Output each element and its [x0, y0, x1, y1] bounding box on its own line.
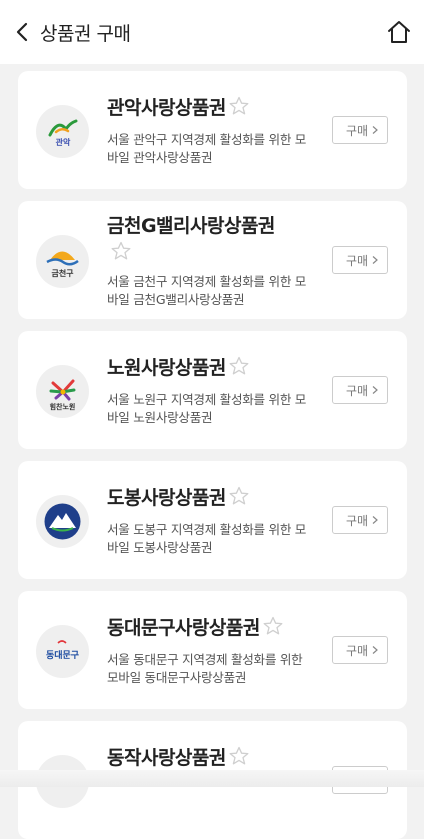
star-icon[interactable] [111, 241, 131, 261]
chevron-right-icon [372, 386, 378, 394]
page-title: 상품권 구매 [40, 23, 131, 45]
logo-text: 관악 [56, 137, 71, 147]
voucher-name: 도봉사랑상품권 [107, 483, 249, 510]
voucher-name: 동대문구사랑상품권 [107, 613, 283, 640]
voucher-card[interactable]: 관악 관악사랑상품권 서울 관악구 지역경제 활성화를 위한 모바일 관악사랑상… [18, 71, 407, 189]
chevron-right-icon [372, 516, 378, 524]
buy-button[interactable]: 구매 [332, 246, 388, 274]
voucher-name: 관악사랑상품권 [107, 93, 249, 120]
voucher-card[interactable]: 도봉사랑상품권 서울 도봉구 지역경제 활성화를 위한 모바일 도봉사랑상품권 … [18, 461, 407, 579]
chevron-right-icon [372, 646, 378, 654]
logo-text: 금천구 [51, 268, 74, 278]
voucher-description: 서울 도봉구 지역경제 활성화를 위한 모바일 도봉사랑상품권 [107, 522, 307, 555]
geumcheon-logo: 금천구 [36, 235, 89, 288]
star-icon[interactable] [263, 616, 283, 636]
star-icon[interactable] [229, 96, 249, 116]
voucher-description: 서울 동대문구 지역경제 활성화를 위한 모바일 동대문구사랑상품권 [107, 652, 303, 685]
nowon-logo: 힘찬노원 [36, 365, 89, 418]
voucher-name: 금천G밸리사랑상품권 [107, 215, 275, 237]
voucher-card[interactable]: 금천구 금천G밸리사랑상품권 서울 금천구 지역경제 활성화를 위한 모바일 금… [18, 201, 407, 319]
buy-button[interactable]: 구매 [332, 376, 388, 404]
voucher-name: 노원사랑상품권 [107, 353, 249, 380]
logo-text: 동대문구 [46, 649, 79, 661]
home-icon[interactable] [386, 19, 412, 45]
voucher-description: 서울 금천구 지역경제 활성화를 위한 모바일 금천G밸리사랑상품권 [107, 274, 307, 307]
buy-button[interactable]: 구매 [332, 116, 388, 144]
buy-button[interactable]: 구매 [332, 506, 388, 534]
dongdaemun-logo: 동대문구 [36, 625, 89, 678]
logo-text: 힘찬노원 [50, 402, 76, 411]
buy-button[interactable]: 구매 [332, 636, 388, 664]
star-icon[interactable] [229, 356, 249, 376]
voucher-name: 동작사랑상품권 [107, 743, 249, 770]
chevron-left-icon[interactable] [14, 20, 36, 44]
voucher-card[interactable]: 힘찬노원 노원사랑상품권 서울 노원구 지역경제 활성화를 위한 모바일 노원사… [18, 331, 407, 449]
star-icon[interactable] [229, 486, 249, 506]
bottom-edge [0, 770, 424, 787]
chevron-right-icon [372, 256, 378, 264]
voucher-card[interactable]: 동대문구 동대문구사랑상품권 서울 동대문구 지역경제 활성화를 위한 모바일 … [18, 591, 407, 709]
dobong-logo [36, 495, 89, 548]
app-header: 상품권 구매 [0, 0, 424, 64]
chevron-right-icon [372, 126, 378, 134]
voucher-description: 서울 관악구 지역경제 활성화를 위한 모바일 관악사랑상품권 [107, 132, 307, 165]
star-icon[interactable] [229, 746, 249, 766]
voucher-description: 서울 노원구 지역경제 활성화를 위한 모바일 노원사랑상품권 [107, 392, 307, 425]
gwanak-logo: 관악 [36, 105, 89, 158]
